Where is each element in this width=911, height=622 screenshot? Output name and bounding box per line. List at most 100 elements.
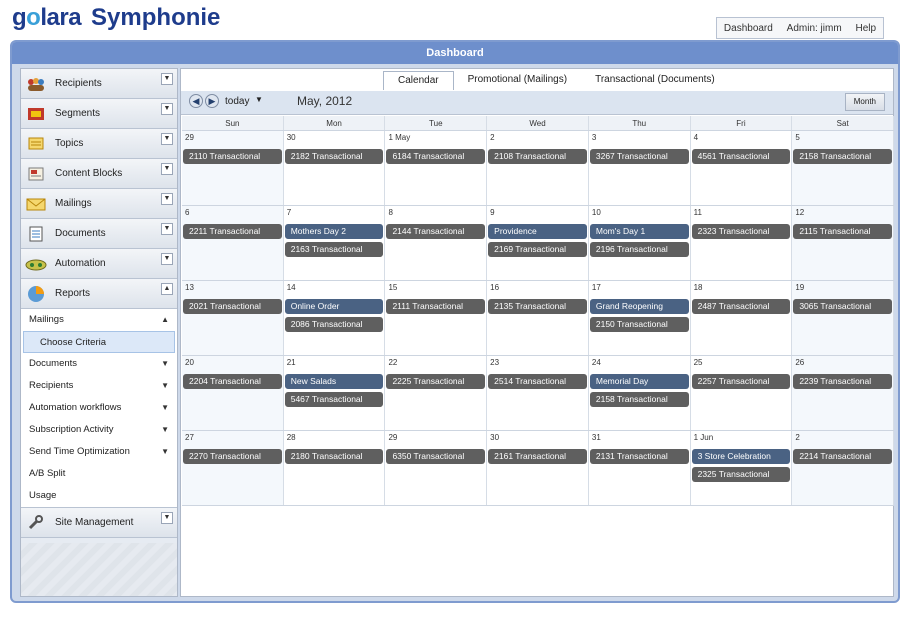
- transactional-event[interactable]: 2211 Transactional: [183, 224, 282, 239]
- report-documents[interactable]: Documents ▼: [21, 353, 177, 375]
- sidebar-item-reports[interactable]: Reports ▲: [21, 279, 177, 309]
- sidebar-item-site-management[interactable]: Site Management ▼: [21, 508, 177, 538]
- calendar-day-cell[interactable]: 29 2110 Transactional: [182, 131, 284, 205]
- transactional-event[interactable]: 4561 Transactional: [691, 149, 791, 164]
- calendar-day-cell[interactable]: 4 4561 Transactional: [690, 131, 793, 205]
- transactional-event[interactable]: 2086 Transactional: [284, 317, 384, 332]
- mailing-event[interactable]: Providence: [488, 224, 587, 239]
- mailing-event[interactable]: Memorial Day: [589, 374, 689, 389]
- tab-calendar[interactable]: Calendar: [383, 71, 454, 90]
- calendar-day-cell[interactable]: 5 2158 Transactional: [792, 131, 895, 205]
- calendar-day-cell[interactable]: 25 2257 Transactional: [690, 356, 793, 430]
- transactional-event[interactable]: 2115 Transactional: [793, 224, 893, 239]
- report-mailings[interactable]: Mailings ▲: [21, 309, 177, 331]
- mailing-event[interactable]: Online Order: [284, 299, 384, 314]
- transactional-event[interactable]: 6184 Transactional: [386, 149, 486, 164]
- calendar-day-cell[interactable]: 18 2487 Transactional: [690, 281, 793, 355]
- transactional-event[interactable]: 2111 Transactional: [386, 299, 486, 314]
- calendar-day-cell[interactable]: 27 2270 Transactional: [182, 431, 284, 505]
- transactional-event[interactable]: 2144 Transactional: [386, 224, 486, 239]
- transactional-event[interactable]: 3267 Transactional: [589, 149, 689, 164]
- transactional-event[interactable]: 2325 Transactional: [691, 467, 791, 482]
- calendar-day-cell[interactable]: 30 2161 Transactional: [487, 431, 589, 505]
- transactional-event[interactable]: 2239 Transactional: [793, 374, 893, 389]
- prev-arrow-icon[interactable]: ◀: [189, 94, 203, 108]
- sidebar-item-content-blocks[interactable]: Content Blocks ▼: [21, 159, 177, 189]
- calendar-day-cell[interactable]: 14 Online Order 2086 Transactional: [283, 281, 386, 355]
- transactional-event[interactable]: 2135 Transactional: [488, 299, 587, 314]
- calendar-day-cell[interactable]: 17 Grand Reopening 2150 Transactional: [588, 281, 691, 355]
- nav-help-link[interactable]: Help: [856, 23, 877, 34]
- calendar-day-cell[interactable]: 8 2144 Transactional: [385, 206, 488, 280]
- transactional-event[interactable]: 2169 Transactional: [488, 242, 587, 257]
- chevron-down-icon[interactable]: ▼: [161, 73, 173, 85]
- report-send-time-optimization[interactable]: Send Time Optimization ▼: [21, 441, 177, 463]
- report-choose-criteria[interactable]: Choose Criteria: [23, 331, 175, 353]
- calendar-day-cell[interactable]: 1 Jun 3 Store Celebration 2325 Transaction…: [690, 431, 793, 505]
- calendar-day-cell[interactable]: 19 3065 Transactional: [792, 281, 895, 355]
- calendar-day-cell[interactable]: 20 2204 Transactional: [182, 356, 284, 430]
- tab-promotional-mailings[interactable]: Promotional (Mailings): [454, 71, 581, 90]
- mailing-event[interactable]: New Salads: [284, 374, 384, 389]
- month-view-button[interactable]: Month: [844, 93, 885, 111]
- mailing-event[interactable]: Mom's Day 1: [589, 224, 689, 239]
- calendar-day-cell[interactable]: 1 May 6184 Transactional: [385, 131, 488, 205]
- calendar-day-cell[interactable]: 7 Mothers Day 2 2163 Transactional: [283, 206, 386, 280]
- chevron-down-icon[interactable]: ▼: [161, 223, 173, 235]
- calendar-day-cell[interactable]: 13 2021 Transactional: [182, 281, 284, 355]
- transactional-event[interactable]: 6350 Transactional: [386, 449, 486, 464]
- calendar-day-cell[interactable]: 15 2111 Transactional: [385, 281, 488, 355]
- transactional-event[interactable]: 2514 Transactional: [488, 374, 587, 389]
- report-usage[interactable]: Usage: [21, 485, 177, 507]
- mailing-event[interactable]: 3 Store Celebration: [691, 449, 791, 464]
- nav-dashboard-link[interactable]: Dashboard: [724, 23, 773, 34]
- report-ab-split[interactable]: A/B Split: [21, 463, 177, 485]
- transactional-event[interactable]: 2161 Transactional: [488, 449, 587, 464]
- calendar-day-cell[interactable]: 28 2180 Transactional: [283, 431, 386, 505]
- calendar-day-cell[interactable]: 3 3267 Transactional: [588, 131, 691, 205]
- transactional-event[interactable]: 2163 Transactional: [284, 242, 384, 257]
- report-subscription-activity[interactable]: Subscription Activity ▼: [21, 419, 177, 441]
- mailing-event[interactable]: Mothers Day 2: [284, 224, 384, 239]
- transactional-event[interactable]: 2158 Transactional: [589, 392, 689, 407]
- sidebar-item-documents[interactable]: Documents ▼: [21, 219, 177, 249]
- today-button[interactable]: today: [225, 96, 249, 107]
- transactional-event[interactable]: 2196 Transactional: [589, 242, 689, 257]
- calendar-day-cell[interactable]: 2 2108 Transactional: [487, 131, 589, 205]
- calendar-day-cell[interactable]: 9 Providence 2169 Transactional: [487, 206, 589, 280]
- sidebar-item-mailings[interactable]: Mailings ▼: [21, 189, 177, 219]
- calendar-day-cell[interactable]: 23 2514 Transactional: [487, 356, 589, 430]
- tab-transactional-documents[interactable]: Transactional (Documents): [581, 71, 729, 90]
- calendar-day-cell[interactable]: 12 2115 Transactional: [792, 206, 895, 280]
- chevron-down-icon[interactable]: ▼: [161, 133, 173, 145]
- chevron-down-icon[interactable]: ▼: [161, 163, 173, 175]
- calendar-day-cell[interactable]: 22 2225 Transactional: [385, 356, 488, 430]
- transactional-event[interactable]: 2180 Transactional: [284, 449, 384, 464]
- transactional-event[interactable]: 2323 Transactional: [691, 224, 791, 239]
- calendar-day-cell[interactable]: 26 2239 Transactional: [792, 356, 895, 430]
- calendar-day-cell[interactable]: 16 2135 Transactional: [487, 281, 589, 355]
- calendar-day-cell[interactable]: 21 New Salads 5467 Transactional: [283, 356, 386, 430]
- calendar-day-cell[interactable]: 10 Mom's Day 1 2196 Transactional: [588, 206, 691, 280]
- calendar-day-cell[interactable]: 2 2214 Transactional: [792, 431, 895, 505]
- sidebar-item-segments[interactable]: Segments ▼: [21, 99, 177, 129]
- chevron-down-icon[interactable]: ▼: [255, 95, 263, 104]
- transactional-event[interactable]: 2257 Transactional: [691, 374, 791, 389]
- transactional-event[interactable]: 2182 Transactional: [284, 149, 384, 164]
- calendar-day-cell[interactable]: 29 6350 Transactional: [385, 431, 488, 505]
- chevron-down-icon[interactable]: ▼: [161, 253, 173, 265]
- transactional-event[interactable]: 2150 Transactional: [589, 317, 689, 332]
- nav-admin-link[interactable]: Admin: jimm: [787, 23, 842, 34]
- transactional-event[interactable]: 5467 Transactional: [284, 392, 384, 407]
- chevron-down-icon[interactable]: ▼: [161, 103, 173, 115]
- transactional-event[interactable]: 2214 Transactional: [793, 449, 893, 464]
- transactional-event[interactable]: 2487 Transactional: [691, 299, 791, 314]
- sidebar-item-automation[interactable]: Automation ▼: [21, 249, 177, 279]
- transactional-event[interactable]: 2108 Transactional: [488, 149, 587, 164]
- transactional-event[interactable]: 2225 Transactional: [386, 374, 486, 389]
- report-recipients[interactable]: Recipients ▼: [21, 375, 177, 397]
- calendar-day-cell[interactable]: 6 2211 Transactional: [182, 206, 284, 280]
- transactional-event[interactable]: 2158 Transactional: [793, 149, 893, 164]
- chevron-up-icon[interactable]: ▲: [161, 283, 173, 295]
- report-automation-workflows[interactable]: Automation workflows ▼: [21, 397, 177, 419]
